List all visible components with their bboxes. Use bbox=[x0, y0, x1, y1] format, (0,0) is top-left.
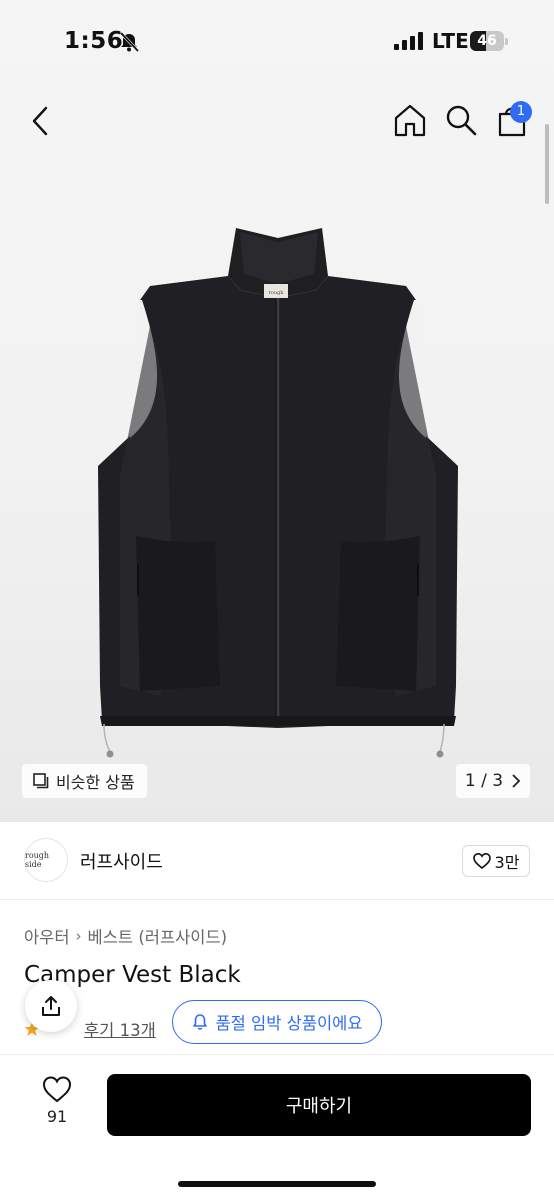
home-icon[interactable] bbox=[392, 102, 428, 138]
cart-count-badge: 1 bbox=[510, 101, 532, 123]
breadcrumb-separator-icon: › bbox=[75, 927, 82, 945]
status-bar: 1:56 LTE 46 bbox=[0, 0, 554, 84]
breadcrumb-item[interactable]: 아우터 bbox=[24, 924, 70, 948]
similar-icon bbox=[33, 773, 49, 789]
buy-button[interactable]: 구매하기 bbox=[107, 1074, 531, 1136]
stock-notice-pill: 품절 임박 상품이에요 bbox=[172, 1000, 382, 1044]
wishlist-count: 91 bbox=[46, 1107, 68, 1126]
breadcrumb-item[interactable]: 베스트 (러프사이드) bbox=[88, 924, 228, 948]
search-icon[interactable] bbox=[444, 103, 478, 137]
network-type: LTE bbox=[432, 29, 469, 53]
image-page-label: 1 / 3 bbox=[464, 771, 504, 791]
breadcrumb: 아우터 › 베스트 (러프사이드) bbox=[24, 924, 227, 948]
chevron-right-icon bbox=[512, 774, 521, 788]
signal-icon bbox=[394, 32, 423, 50]
review-link[interactable]: 후기 13개 bbox=[84, 1017, 156, 1041]
similar-items-button[interactable]: 비슷한 상품 bbox=[22, 764, 147, 798]
bottom-action-bar: 91 구매하기 bbox=[0, 1054, 554, 1200]
seller-avatar-text: rough side bbox=[25, 851, 50, 869]
bell-slash-icon bbox=[119, 31, 140, 53]
bell-icon bbox=[193, 1014, 208, 1030]
heart-icon bbox=[42, 1076, 72, 1103]
status-time: 1:56 bbox=[64, 28, 124, 54]
image-page-counter[interactable]: 1 / 3 bbox=[456, 764, 530, 798]
seller-name[interactable]: 러프사이드 bbox=[80, 848, 163, 874]
garment-tag-text: rough bbox=[268, 290, 284, 296]
heart-icon bbox=[472, 852, 491, 870]
seller-avatar[interactable]: rough side bbox=[24, 838, 68, 882]
scrollbar bbox=[545, 124, 549, 204]
back-icon[interactable] bbox=[26, 104, 56, 138]
battery-icon: 46 bbox=[470, 29, 510, 53]
seller-row[interactable]: rough side 러프사이드 3만 bbox=[0, 822, 554, 900]
share-icon bbox=[42, 996, 60, 1016]
stock-notice-text: 품절 임박 상품이에요 bbox=[215, 1014, 363, 1033]
share-button[interactable] bbox=[25, 980, 77, 1032]
similar-items-label: 비슷한 상품 bbox=[56, 773, 135, 792]
wishlist-button[interactable]: 91 bbox=[28, 1075, 86, 1137]
product-photo-vest: rough bbox=[98, 228, 458, 758]
seller-like-count: 3만 bbox=[494, 853, 520, 872]
seller-like-button[interactable]: 3만 bbox=[462, 845, 530, 877]
home-indicator bbox=[178, 1181, 376, 1187]
battery-level: 46 bbox=[477, 33, 497, 49]
